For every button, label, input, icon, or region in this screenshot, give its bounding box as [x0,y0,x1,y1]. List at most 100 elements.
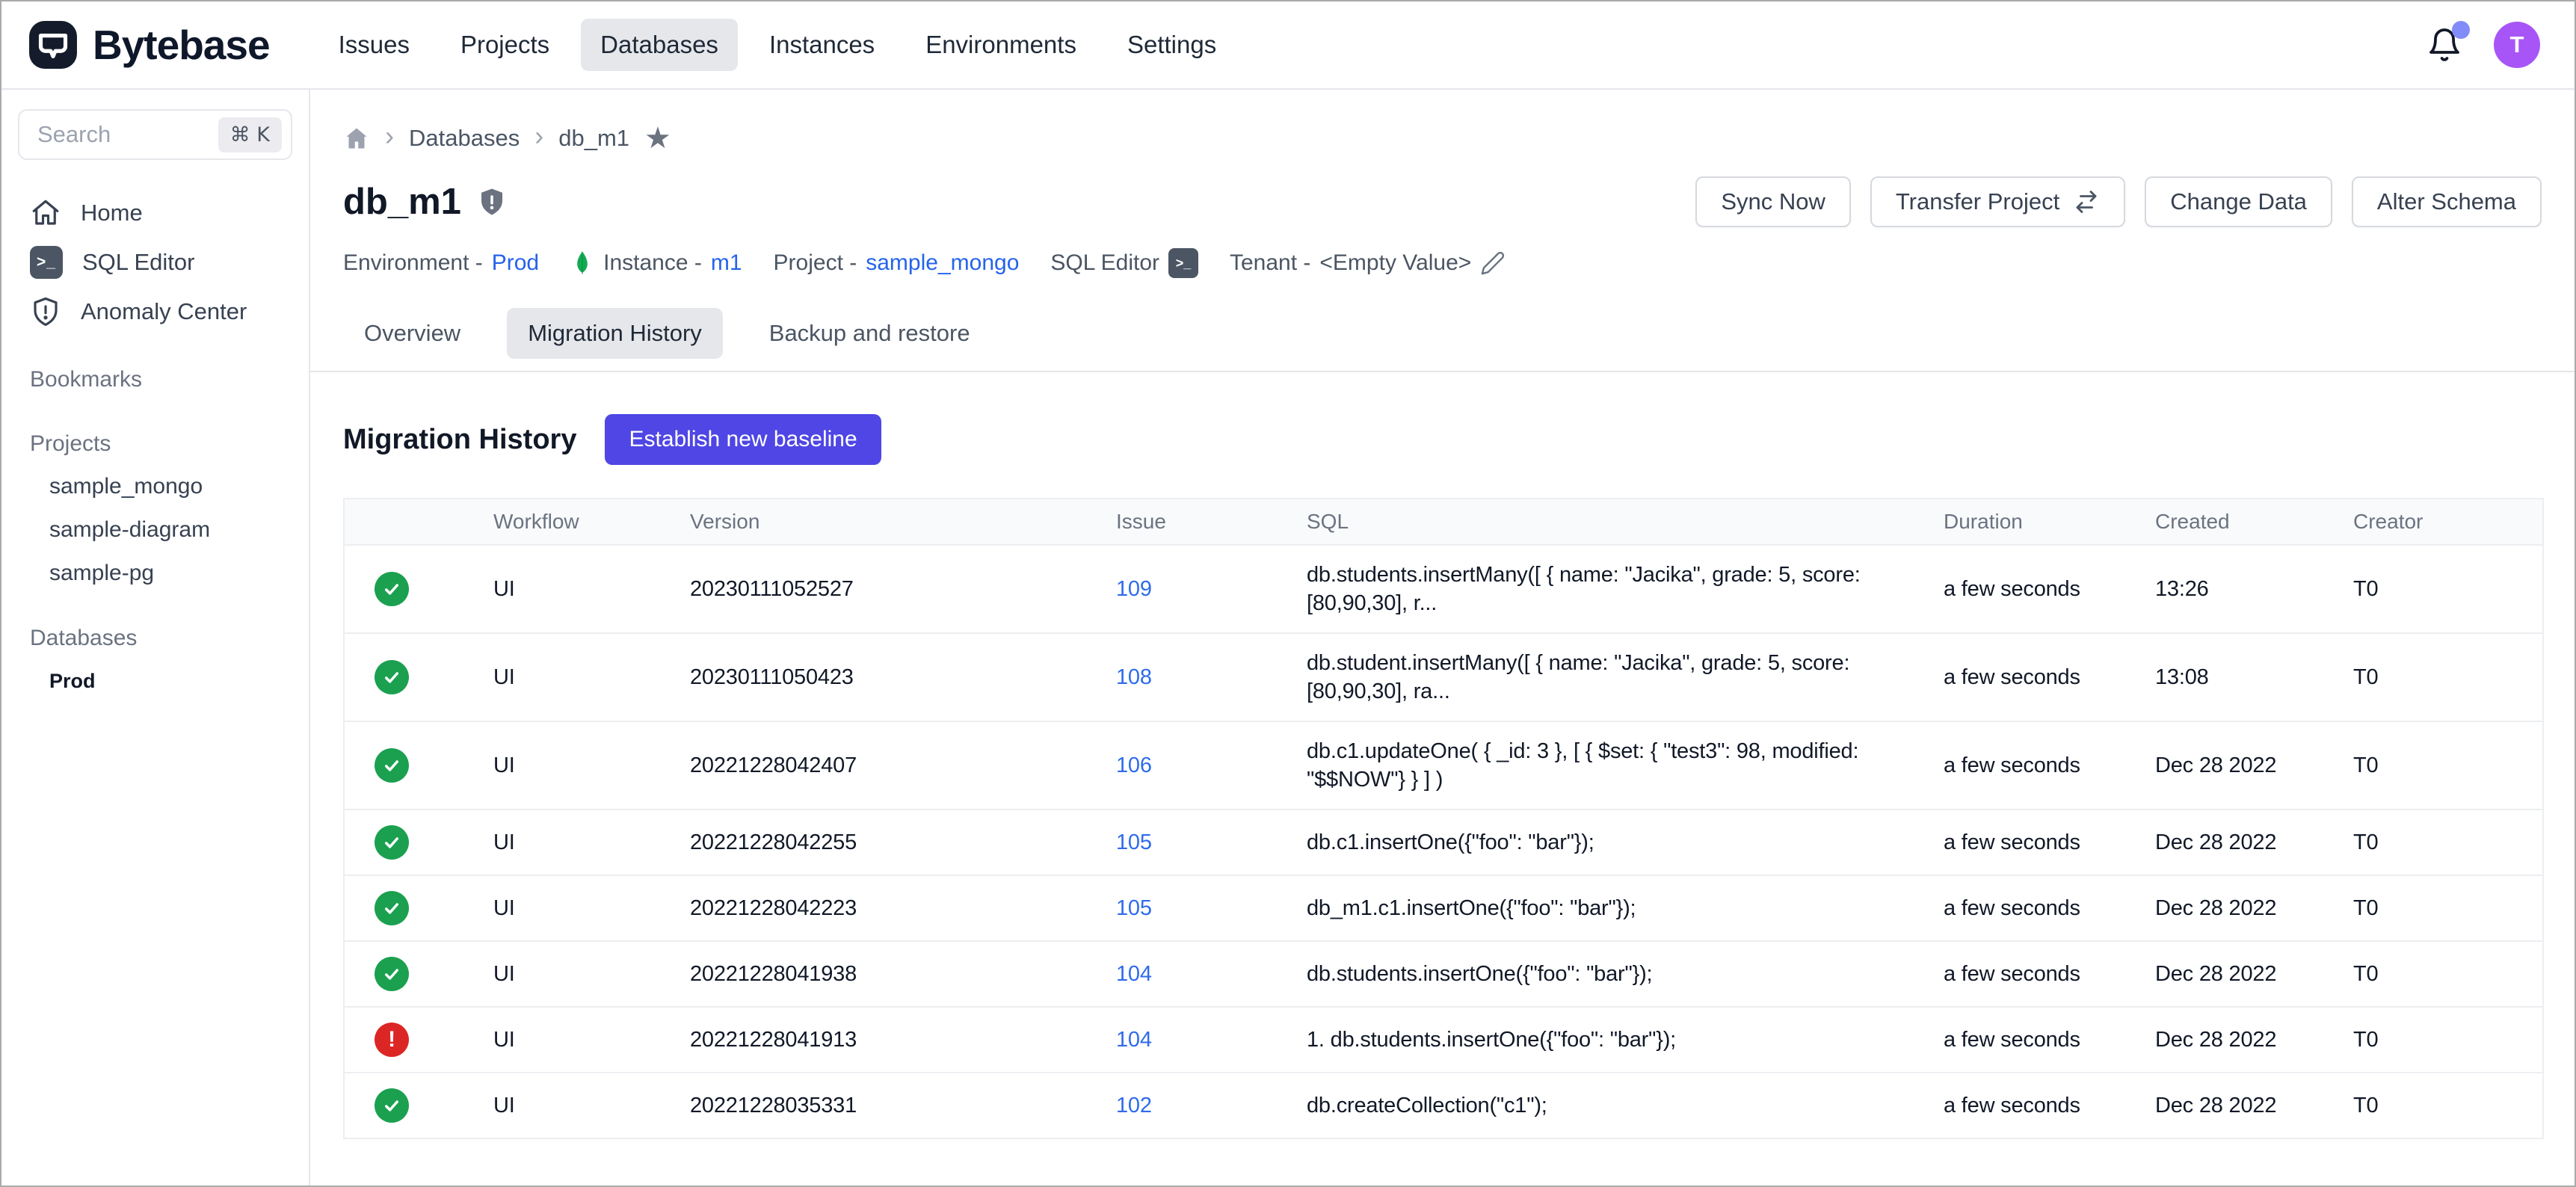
cell-creator: T0 [2353,875,2543,941]
tab-overview[interactable]: Overview [343,308,481,359]
table-row[interactable]: UI 20221228035331 102 db.createCollectio… [344,1073,2543,1138]
status-icon [375,1088,409,1123]
issue-link[interactable]: 109 [1116,577,1152,601]
home-icon[interactable] [343,125,370,152]
issue-link[interactable]: 105 [1116,830,1152,854]
mongodb-leaf-icon [570,250,594,276]
col-duration: Duration [1944,499,2155,545]
table-row[interactable]: ! UI 20221228041913 104 1. db.students.i… [344,1007,2543,1073]
brand[interactable]: Bytebase [28,20,270,70]
nav-item-instances[interactable]: Instances [750,19,894,71]
issue-link[interactable]: 102 [1116,1094,1152,1117]
nav-item-issues[interactable]: Issues [319,19,429,71]
sidebar-item-sql-editor[interactable]: >_ SQL Editor [18,238,292,287]
cell-duration: a few seconds [1944,1007,2155,1073]
table-row[interactable]: UI 20221228042407 106 db.c1.updateOne( {… [344,721,2543,810]
sidebar-item-home[interactable]: Home [18,188,292,238]
table-row[interactable]: UI 20221228041938 104 db.students.insert… [344,941,2543,1007]
page-title: db_m1 [343,181,461,223]
cell-sql: db.c1.insertOne({"foo": "bar"}); [1307,810,1944,875]
instance-link[interactable]: m1 [711,250,742,276]
nav-item-projects[interactable]: Projects [441,19,569,71]
project-label: Project - [774,250,857,276]
cell-creator: T0 [2353,1073,2543,1138]
cell-version: 20221228042255 [690,810,1116,875]
alter-schema-button[interactable]: Alter Schema [2352,176,2542,227]
edit-pencil-icon[interactable] [1480,250,1506,276]
table-row[interactable]: UI 20221228042255 105 db.c1.insertOne({"… [344,810,2543,875]
cell-workflow: UI [493,941,690,1007]
main-nav: Issues Projects Databases Instances Envi… [319,19,1236,71]
table-row[interactable]: UI 20221228042223 105 db_m1.c1.insertOne… [344,875,2543,941]
migration-history-heading: Migration History [343,424,576,456]
change-data-button[interactable]: Change Data [2145,176,2332,227]
search-box[interactable]: ⌘ K [18,109,292,160]
col-version: Version [690,499,1116,545]
notification-bell-icon[interactable] [2426,27,2462,63]
cell-created: 13:08 [2155,633,2353,721]
sidebar-item-sample-pg[interactable]: sample-pg [18,552,292,595]
breadcrumb-databases[interactable]: Databases [409,125,520,152]
chevron-right-icon: › [534,123,543,154]
app-window: Bytebase Issues Projects Databases Insta… [0,0,2576,1187]
sidebar-item-prod[interactable]: Prod [18,659,292,703]
nav-item-settings[interactable]: Settings [1108,19,1236,71]
table-row[interactable]: UI 20230111050423 108 db.student.insertM… [344,633,2543,721]
sidebar-item-label: SQL Editor [82,249,194,276]
table-header-row: Workflow Version Issue SQL Duration Crea… [344,499,2543,545]
sync-now-button[interactable]: Sync Now [1695,176,1851,227]
cell-version: 20221228041938 [690,941,1116,1007]
sidebar-section-bookmarks: Bookmarks [18,359,292,401]
table-row[interactable]: UI 20230111052527 109 db.students.insert… [344,545,2543,633]
col-issue: Issue [1116,499,1307,545]
cell-sql: db.c1.updateOne( { _id: 3 }, [ { $set: {… [1307,721,1944,810]
search-shortcut: ⌘ K [218,117,282,152]
transfer-project-label: Transfer Project [1896,188,2059,215]
breadcrumb-db-m1[interactable]: db_m1 [558,125,629,152]
sidebar-item-sample-mongo[interactable]: sample_mongo [18,465,292,508]
brand-name: Bytebase [93,21,270,69]
sidebar-item-sample-diagram[interactable]: sample-diagram [18,508,292,552]
issue-link[interactable]: 104 [1116,962,1152,986]
home-icon [30,197,61,229]
nav-right: T [2426,22,2548,68]
tab-migration-history[interactable]: Migration History [507,308,723,359]
cell-workflow: UI [493,810,690,875]
issue-link[interactable]: 108 [1116,665,1152,689]
col-workflow: Workflow [493,499,690,545]
page-header: db_m1 Sync Now Transfer Project Change D… [310,176,2575,227]
nav-item-environments[interactable]: Environments [906,19,1096,71]
status-icon [375,660,409,694]
cell-sql: db.createCollection("c1"); [1307,1073,1944,1138]
issue-link[interactable]: 106 [1116,753,1152,777]
issue-link[interactable]: 104 [1116,1028,1152,1052]
cell-sql: db.students.insertOne({"foo": "bar"}); [1307,941,1944,1007]
project-link[interactable]: sample_mongo [866,250,1019,276]
instance-label: Instance - [603,250,702,276]
cell-creator: T0 [2353,941,2543,1007]
search-input[interactable] [37,121,218,148]
sql-editor-icon[interactable]: >_ [1168,248,1198,278]
tab-bar: Overview Migration History Backup and re… [310,308,2575,372]
status-icon [375,572,409,606]
cell-creator: T0 [2353,545,2543,633]
cell-duration: a few seconds [1944,941,2155,1007]
favorite-star-icon[interactable]: ★ [644,123,671,153]
environment-link[interactable]: Prod [492,250,539,276]
status-icon [375,957,409,991]
sidebar-item-anomaly-center[interactable]: Anomaly Center [18,287,292,336]
issue-link[interactable]: 105 [1116,896,1152,920]
cell-workflow: UI [493,1073,690,1138]
tenant-label: Tenant - [1230,250,1310,276]
sidebar-section-projects: Projects [18,423,292,465]
transfer-arrows-icon [2073,188,2100,215]
nav-item-databases[interactable]: Databases [581,19,738,71]
tab-backup-and-restore[interactable]: Backup and restore [748,308,991,359]
establish-baseline-button[interactable]: Establish new baseline [605,414,881,465]
cell-version: 20230111052527 [690,545,1116,633]
sidebar-item-label: Anomaly Center [81,298,247,325]
sidebar-menu: Home >_ SQL Editor Anomaly Center [18,188,292,336]
cell-sql: db_m1.c1.insertOne({"foo": "bar"}); [1307,875,1944,941]
avatar[interactable]: T [2494,22,2540,68]
transfer-project-button[interactable]: Transfer Project [1870,176,2125,227]
